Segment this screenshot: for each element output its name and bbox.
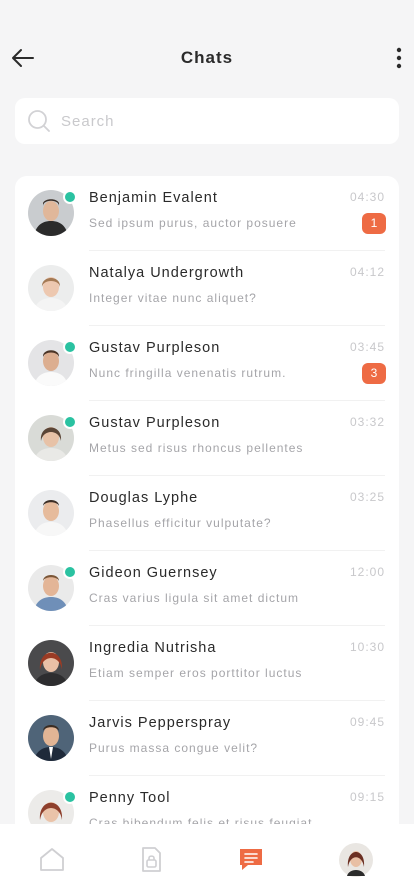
chat-name: Jarvis Pepperspray xyxy=(89,715,232,731)
avatar xyxy=(28,715,74,761)
chat-time: 12:00 xyxy=(349,565,385,579)
online-indicator xyxy=(63,340,77,354)
unread-badge: 1 xyxy=(362,213,386,234)
chat-message: Cras varius ligula sit amet dictum xyxy=(89,591,300,605)
avatar xyxy=(28,265,74,311)
document-icon[interactable] xyxy=(136,844,166,874)
chat-message: Integer vitae nunc aliquet? xyxy=(89,291,257,305)
chat-list: Benjamin Evalent Sed ipsum purus, auctor… xyxy=(15,176,399,836)
chat-item[interactable]: Gustav Purpleson Metus sed risus rhoncus… xyxy=(15,401,399,476)
online-indicator xyxy=(63,190,77,204)
chat-item[interactable]: Gideon Guernsey Cras varius ligula sit a… xyxy=(15,551,399,626)
profile-avatar[interactable] xyxy=(339,843,373,877)
chat-time: 04:12 xyxy=(349,265,385,279)
chat-item[interactable]: Ingredia Nutrisha Etiam semper eros port… xyxy=(15,626,399,701)
chat-name: Natalya Undergrowth xyxy=(89,265,245,281)
chat-time: 10:30 xyxy=(349,640,385,654)
unread-badge: 3 xyxy=(362,363,386,384)
chat-item[interactable]: Douglas Lyphe Phasellus efficitur vulput… xyxy=(15,476,399,551)
page-title: Chats xyxy=(180,48,234,67)
online-indicator xyxy=(63,565,77,579)
chat-time: 09:45 xyxy=(349,715,385,729)
chat-message: Metus sed risus rhoncus pellentes xyxy=(89,441,304,455)
online-indicator xyxy=(63,790,77,804)
chat-time: 03:32 xyxy=(349,415,385,429)
chat-time: 03:25 xyxy=(349,490,385,504)
search-input[interactable] xyxy=(61,98,381,144)
chat-item[interactable]: Gustav Purpleson Nunc fringilla venenati… xyxy=(15,326,399,401)
chat-message: Sed ipsum purus, auctor posuere xyxy=(89,216,297,230)
chat-time: 03:45 xyxy=(349,340,385,354)
chat-item[interactable]: Natalya Undergrowth Integer vitae nunc a… xyxy=(15,251,399,326)
chat-icon[interactable] xyxy=(236,844,266,874)
chat-name: Ingredia Nutrisha xyxy=(89,640,217,656)
chat-name: Gustav Purpleson xyxy=(89,340,221,356)
search-bar xyxy=(15,98,399,144)
chat-name: Gustav Purpleson xyxy=(89,415,221,431)
chat-name: Douglas Lyphe xyxy=(89,490,199,506)
tab-bar xyxy=(0,824,414,896)
chat-name: Gideon Guernsey xyxy=(89,565,218,581)
avatar xyxy=(28,490,74,536)
search-icon xyxy=(28,110,50,132)
avatar xyxy=(28,640,74,686)
chat-time: 09:15 xyxy=(349,790,385,804)
chat-message: Phasellus efficitur vulputate? xyxy=(89,516,272,530)
chat-name: Benjamin Evalent xyxy=(89,190,218,206)
chat-item[interactable]: Benjamin Evalent Sed ipsum purus, auctor… xyxy=(15,176,399,251)
chat-message: Etiam semper eros porttitor luctus xyxy=(89,666,303,680)
chat-name: Penny Tool xyxy=(89,790,171,806)
chat-message: Nunc fringilla venenatis rutrum. xyxy=(89,366,287,380)
home-icon[interactable] xyxy=(37,844,67,874)
chat-item[interactable]: Jarvis Pepperspray Purus massa congue ve… xyxy=(15,701,399,776)
header: Chats xyxy=(0,0,414,96)
more-options-icon[interactable] xyxy=(392,44,406,72)
online-indicator xyxy=(63,415,77,429)
chat-message: Purus massa congue velit? xyxy=(89,741,259,755)
chat-time: 04:30 xyxy=(349,190,385,204)
